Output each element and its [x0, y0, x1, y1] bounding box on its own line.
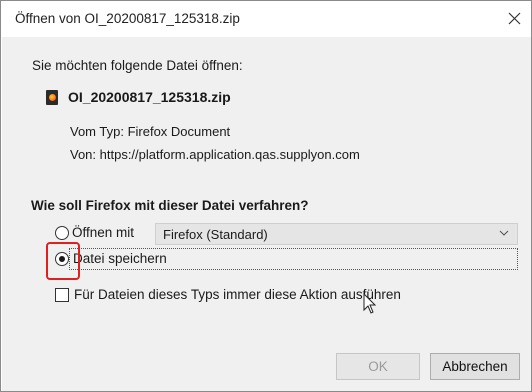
file-type: Vom Typ: Firefox Document — [70, 124, 231, 139]
cancel-button[interactable]: Abbrechen — [430, 353, 520, 380]
close-icon — [508, 12, 520, 24]
file-name: OI_20200817_125318.zip — [68, 89, 231, 105]
intro-text: Sie möchten folgende Datei öffnen: — [32, 58, 243, 73]
file-source: Von: https://platform.application.qas.su… — [70, 147, 360, 162]
download-dialog: Öffnen von OI_20200817_125318.zip Sie mö… — [0, 0, 532, 392]
action-question: Wie soll Firefox mit dieser Datei verfah… — [31, 198, 309, 213]
open-with-app: Firefox (Standard) — [163, 227, 268, 242]
mouse-pointer-icon — [363, 293, 377, 314]
always-do-checkbox[interactable] — [55, 287, 69, 302]
open-with-select[interactable]: Firefox (Standard) — [155, 223, 518, 245]
highlight-box — [46, 242, 80, 280]
ok-button[interactable]: OK — [336, 353, 420, 380]
title-bar: Öffnen von OI_20200817_125318.zip — [1, 1, 531, 37]
open-with-radio[interactable] — [55, 225, 69, 240]
dialog-body: Sie möchten folgende Datei öffnen: OI_20… — [2, 37, 531, 391]
file-icon — [46, 89, 58, 105]
dialog-title: Öffnen von OI_20200817_125318.zip — [15, 11, 240, 26]
chevron-down-icon — [499, 230, 509, 236]
save-file-label[interactable]: Datei speichern — [73, 251, 167, 266]
open-with-option[interactable]: Öffnen mit — [55, 225, 134, 240]
open-with-label[interactable]: Öffnen mit — [72, 225, 134, 240]
close-button[interactable] — [497, 1, 531, 35]
always-do-option[interactable]: Für Dateien dieses Typs immer diese Akti… — [55, 287, 401, 302]
file-info: OI_20200817_125318.zip — [46, 89, 231, 105]
always-do-label[interactable]: Für Dateien dieses Typs immer diese Akti… — [74, 287, 401, 302]
